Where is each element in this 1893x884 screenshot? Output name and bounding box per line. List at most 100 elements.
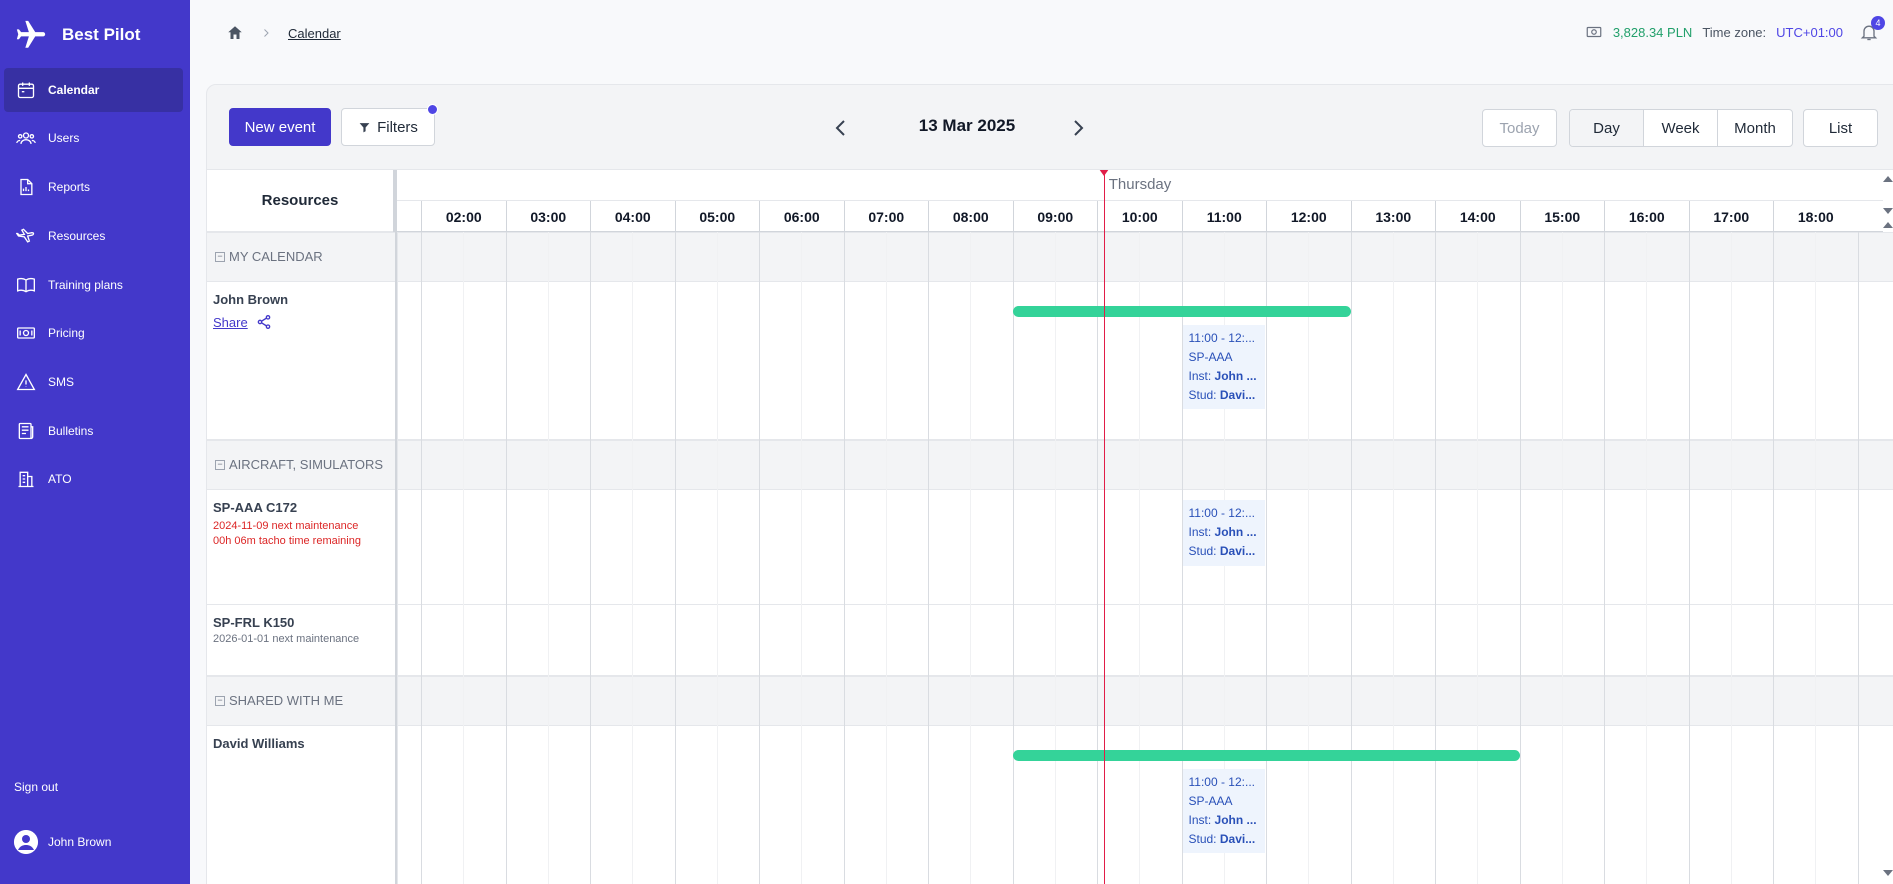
hour-gridline xyxy=(1012,232,1014,884)
event-time: 11:00 - 12:... xyxy=(1188,331,1256,345)
list-view-button[interactable]: List xyxy=(1803,109,1878,147)
hour-label: 08:00 xyxy=(928,201,1013,233)
sidebar-item-users[interactable]: Users xyxy=(4,116,183,160)
next-date-button[interactable] xyxy=(1071,119,1085,137)
hour-label: 06:00 xyxy=(759,201,844,233)
sidebar-item-label: Reports xyxy=(48,180,91,194)
scroll-up-icon[interactable] xyxy=(1883,222,1893,228)
event-card[interactable]: 11:00 - 12:... SP-AAA Inst: John ... Stu… xyxy=(1182,769,1265,853)
filters-label: Filters xyxy=(377,118,418,136)
half-hour-gridline xyxy=(1392,232,1394,884)
availability-bar-david-williams[interactable] xyxy=(1012,750,1520,761)
current-date: 13 Mar 2025 xyxy=(918,116,1016,135)
scroll-up-icon[interactable] xyxy=(1883,176,1893,182)
resource-name: John Brown xyxy=(213,292,289,307)
sidebar-item-ato[interactable]: ATO xyxy=(4,457,183,501)
hour-gridline xyxy=(505,232,507,884)
half-hour-gridline xyxy=(1139,232,1141,884)
hour-header-row: 02:00 03:00 04:00 05:00 06:00 07:00 08:00 09:00… xyxy=(397,200,1883,233)
sidebar-item-training-plans[interactable]: Training plans xyxy=(4,263,183,307)
prev-date-button[interactable] xyxy=(834,119,848,137)
group-label: SHARED WITH ME xyxy=(229,693,344,708)
resource-name[interactable]: SP-FRL K150 xyxy=(213,615,294,630)
resources-header: Resources xyxy=(207,170,393,232)
sidebar-item-reports[interactable]: Reports xyxy=(4,165,183,209)
sidebar-item-label: ATO xyxy=(48,472,72,486)
sidebar-item-pricing[interactable]: Pricing xyxy=(4,311,183,355)
hour-gridline xyxy=(590,232,591,884)
hour-gridline xyxy=(674,232,676,884)
view-week-button[interactable]: Week xyxy=(1644,110,1718,146)
view-day-button[interactable]: Day xyxy=(1570,110,1644,146)
half-hour-gridline xyxy=(463,232,465,884)
scroll-up-arrows[interactable] xyxy=(1883,176,1893,228)
timezone-value[interactable]: UTC+01:00 xyxy=(1776,25,1843,40)
sidebar-item-resources[interactable]: Resources xyxy=(4,214,183,258)
notification-badge: 4 xyxy=(1871,16,1885,30)
sign-out-link[interactable]: Sign out xyxy=(14,780,58,794)
warning-icon xyxy=(16,373,36,391)
student-label: Stud: xyxy=(1188,388,1217,402)
app-name: Best Pilot xyxy=(62,25,141,44)
instructor-label: Inst: xyxy=(1188,813,1212,827)
hour-gridline xyxy=(1266,232,1267,884)
event-card[interactable]: 11:00 - 12:... SP-AAA Inst: John ... Stu… xyxy=(1182,325,1265,409)
half-hour-gridline xyxy=(1561,232,1563,884)
maintenance-date: 2026-01-01 next maintenance xyxy=(213,633,360,645)
share-link[interactable]: Share xyxy=(213,314,272,330)
sidebar-item-calendar[interactable]: Calendar xyxy=(4,68,183,112)
home-icon[interactable] xyxy=(226,24,244,42)
resource-name: David Williams xyxy=(213,736,305,751)
hour-label: 11:00 xyxy=(1181,201,1267,233)
avatar-icon xyxy=(14,830,38,854)
notifications-button[interactable]: 4 xyxy=(1859,16,1885,42)
current-time-marker xyxy=(1099,170,1110,176)
calendar-grid: − MY CALENDAR John Brown Share − AIRCRAFT,… xyxy=(207,169,1893,884)
sidebar-item-bulletins[interactable]: Bulletins xyxy=(4,409,183,453)
group-header[interactable]: − AIRCRAFT, SIMULATORS xyxy=(215,457,383,472)
breadcrumb-calendar[interactable]: Calendar xyxy=(288,26,341,41)
filter-active-dot xyxy=(427,104,438,115)
half-hour-gridline xyxy=(970,232,972,884)
brand[interactable]: Best Pilot xyxy=(0,0,190,70)
instructor-name: John ... xyxy=(1214,525,1257,539)
instructor-label: Inst: xyxy=(1188,369,1212,383)
event-instructor: Inst: John ... xyxy=(1189,523,1259,542)
hour-gridline xyxy=(1097,232,1098,884)
new-event-button[interactable]: New event xyxy=(229,108,331,146)
hour-label: 09:00 xyxy=(1012,201,1098,233)
collapse-icon[interactable]: − xyxy=(215,251,225,262)
student-name: Davi... xyxy=(1219,388,1256,402)
sidebar-item-sms[interactable]: SMS xyxy=(4,360,183,404)
view-month-button[interactable]: Month xyxy=(1718,110,1792,146)
hour-label: 12:00 xyxy=(1266,201,1351,233)
sidebar-item-label: SMS xyxy=(48,375,75,389)
today-button[interactable]: Today xyxy=(1482,109,1557,147)
group-header[interactable]: − MY CALENDAR xyxy=(215,249,323,264)
availability-bar-john-brown[interactable] xyxy=(1012,306,1351,317)
group-header[interactable]: − SHARED WITH ME xyxy=(215,693,343,708)
half-hour-gridline xyxy=(1308,232,1310,884)
instructor-name: John ... xyxy=(1214,369,1257,383)
event-card[interactable]: 11:00 - 12:... Inst: John ... Stud: Davi… xyxy=(1182,500,1265,566)
filters-button[interactable]: Filters xyxy=(341,104,438,146)
collapse-icon[interactable]: − xyxy=(215,695,225,706)
hour-gridline xyxy=(843,232,845,884)
student-label: Stud: xyxy=(1188,832,1217,846)
group-label: AIRCRAFT, SIMULATORS xyxy=(229,457,384,472)
user-profile[interactable]: John Brown xyxy=(14,830,111,854)
hour-label: 15:00 xyxy=(1519,201,1605,233)
filter-icon xyxy=(359,122,370,132)
scroll-down-icon[interactable] xyxy=(1883,870,1893,876)
scroll-down-icon[interactable] xyxy=(1883,208,1893,214)
collapse-icon[interactable]: − xyxy=(215,459,225,470)
sidebar-item-label: Pricing xyxy=(48,326,85,340)
share-label: Share xyxy=(213,314,248,330)
hour-label: 02:00 xyxy=(421,201,506,233)
student-name: Davi... xyxy=(1219,832,1256,846)
scroll-down-arrows[interactable] xyxy=(1883,870,1893,876)
hour-label: 17:00 xyxy=(1688,201,1774,233)
resource-name[interactable]: SP-AAA C172 xyxy=(213,500,297,515)
calendar-icon xyxy=(17,82,35,99)
hour-label: 14:00 xyxy=(1435,201,1520,233)
